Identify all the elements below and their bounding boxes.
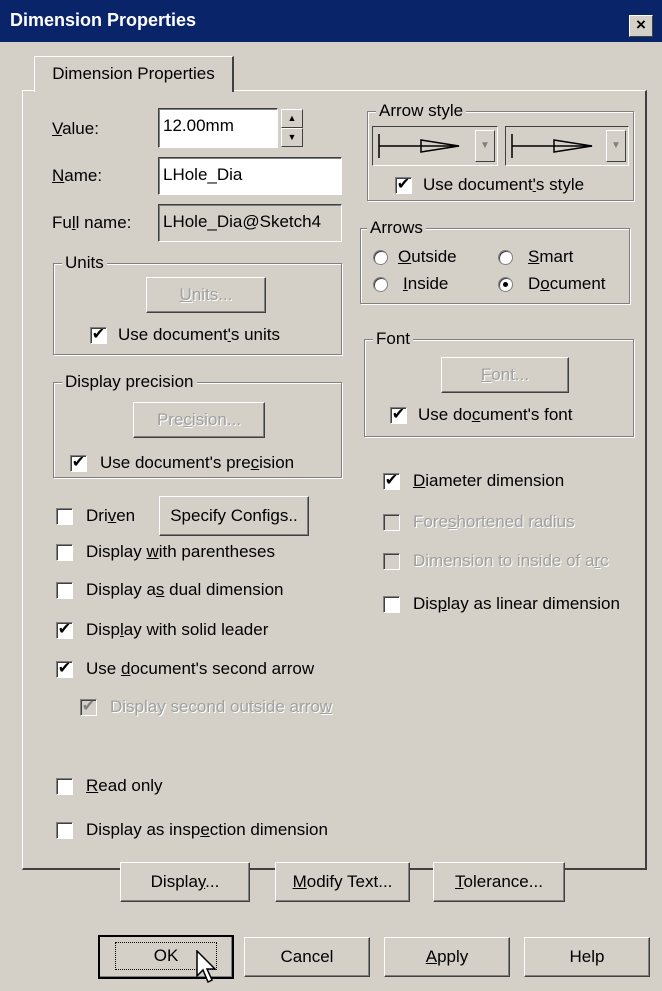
tab-label: Dimension Properties (52, 64, 215, 83)
font-group-title: Font (373, 329, 414, 349)
spin-up-icon[interactable]: ▲ (281, 109, 303, 128)
radio-inside-label[interactable]: Inside (403, 273, 448, 295)
option-label[interactable]: Display with parentheses (86, 541, 275, 563)
window-title: Dimension Properties (10, 10, 197, 30)
radio-document[interactable] (498, 277, 513, 292)
mouse-cursor-icon (196, 950, 217, 984)
font-button: Font... (441, 357, 569, 393)
option-checkbox[interactable] (383, 596, 400, 613)
option-label[interactable]: Display as linear dimension (413, 593, 620, 615)
use-doc-font-checkbox[interactable]: ✔ (390, 407, 407, 424)
option-label[interactable]: Read only (86, 775, 163, 797)
use-doc-style-checkbox[interactable]: ✔ (395, 177, 412, 194)
title-bar: Dimension Properties × (0, 0, 662, 42)
radio-document-label[interactable]: Document (528, 273, 606, 295)
close-icon: × (636, 15, 646, 34)
arrow-style-right-select[interactable]: ▼ (505, 126, 629, 166)
option-checkbox[interactable] (56, 778, 73, 795)
option-label: Foreshortened radius (413, 512, 575, 531)
option-checkbox[interactable]: ✔ (56, 622, 73, 639)
arrow-style-left-select[interactable]: ▼ (372, 126, 498, 166)
fullname-label: Full name: (52, 213, 132, 232)
radio-selected-dot (503, 282, 508, 287)
option-checkbox[interactable] (56, 508, 73, 525)
units-group-title: Units (62, 253, 107, 273)
radio-smart[interactable] (498, 250, 513, 265)
use-doc-font-label[interactable]: Use document's font (418, 404, 572, 426)
option-checkbox: ✔ (80, 698, 97, 716)
option-label: Dimension to inside of arc (413, 551, 609, 570)
arrow-right-icon (511, 134, 593, 158)
use-doc-precision-checkbox[interactable]: ✔ (70, 455, 87, 472)
option-label[interactable]: Display as dual dimension (86, 579, 284, 601)
units-button: Units... (146, 277, 266, 313)
option-label[interactable]: Driven (86, 505, 135, 527)
use-doc-units-label[interactable]: Use document's units (118, 324, 280, 346)
option-label[interactable]: Diameter dimension (413, 470, 564, 492)
arrow-style-group-title: Arrow style (376, 101, 467, 121)
radio-outside-label[interactable]: Outside (398, 246, 457, 268)
precision-button: Precision... (133, 402, 265, 438)
radio-outside[interactable] (373, 250, 388, 265)
dropdown-arrow-icon[interactable]: ▼ (475, 130, 495, 162)
tolerance-button[interactable]: Tolerance... (433, 862, 565, 902)
arrow-left-icon (378, 134, 460, 158)
option-label[interactable]: Display as inspection dimension (86, 819, 328, 841)
option-label[interactable]: Use document's second arrow (86, 658, 314, 680)
fullname-field: LHole_Dia@Sketch4 (158, 204, 342, 242)
display-button[interactable]: Display... (120, 862, 250, 902)
use-doc-precision-label[interactable]: Use document's precision (100, 452, 294, 474)
cancel-button[interactable]: Cancel (244, 937, 370, 977)
name-label: Name: (52, 166, 103, 185)
option-label[interactable]: Display with solid leader (86, 619, 268, 641)
apply-button[interactable]: Apply (384, 937, 510, 977)
use-doc-style-label[interactable]: Use document's style (423, 174, 584, 196)
use-doc-units-checkbox[interactable]: ✔ (90, 327, 107, 344)
arrows-group-title: Arrows (367, 218, 426, 238)
close-button[interactable]: × (629, 15, 653, 37)
value-input[interactable]: 12.00mm (158, 108, 278, 148)
spin-down-icon[interactable]: ▼ (281, 128, 303, 147)
modify-text-button[interactable]: Modify Text... (275, 862, 410, 902)
option-checkbox[interactable] (56, 544, 73, 561)
specify-configs-button[interactable]: Specify Configs.. (159, 496, 309, 536)
option-checkbox (383, 514, 400, 531)
radio-smart-label[interactable]: Smart (528, 246, 573, 268)
radio-inside[interactable] (373, 277, 388, 292)
option-checkbox[interactable]: ✔ (383, 473, 400, 490)
option-label: Display second outside arrow (110, 697, 333, 716)
help-button[interactable]: Help (524, 937, 650, 977)
name-input[interactable]: LHole_Dia (158, 157, 342, 195)
option-checkbox[interactable] (56, 822, 73, 839)
value-label: Value: (52, 119, 99, 138)
option-checkbox[interactable] (56, 582, 73, 599)
tab-dimension-properties[interactable]: Dimension Properties (34, 56, 234, 92)
dropdown-arrow-icon[interactable]: ▼ (606, 130, 626, 162)
option-checkbox[interactable]: ✔ (56, 661, 73, 678)
value-spinner[interactable]: ▲ ▼ (281, 109, 303, 147)
option-checkbox (383, 553, 400, 570)
precision-group-title: Display precision (62, 372, 197, 392)
